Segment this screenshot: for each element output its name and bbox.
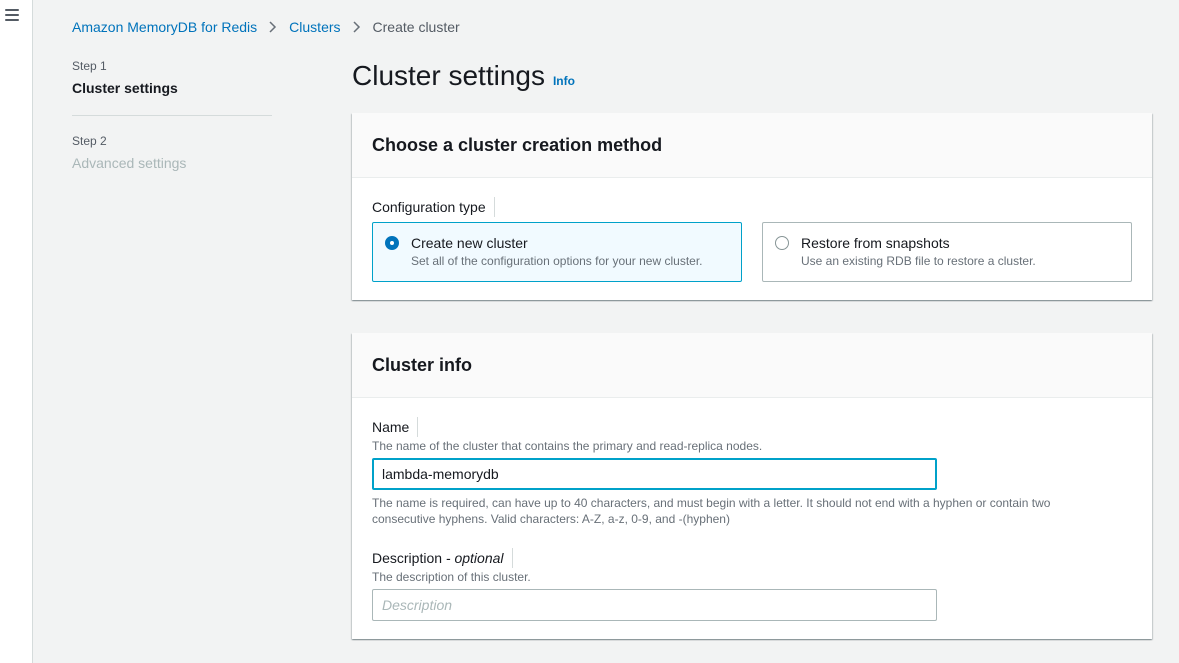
cluster-info-panel: Cluster info Name The name of the cluste… (352, 333, 1152, 639)
chevron-right-icon (269, 21, 277, 33)
step-2: Step 2 Advanced settings (72, 133, 272, 173)
configuration-type-label: Configuration type (372, 197, 495, 217)
cluster-info-header: Cluster info (352, 333, 1152, 398)
optional-label: - optional (445, 550, 504, 566)
creation-method-header: Choose a cluster creation method (352, 113, 1152, 178)
restore-from-snapshots-tile[interactable]: Restore from snapshots Use an existing R… (762, 222, 1132, 282)
step-divider (72, 115, 272, 116)
configuration-type-tiles: Create new cluster Set all of the config… (372, 222, 1132, 282)
name-label: Name (372, 417, 419, 437)
step-1-title: Cluster settings (72, 80, 178, 96)
description-label: Description - optional (372, 548, 513, 568)
breadcrumb: Amazon MemoryDB for Redis Clusters Creat… (72, 17, 460, 37)
side-navigation-rail (0, 0, 33, 663)
step-1[interactable]: Step 1 Cluster settings (72, 58, 272, 98)
creation-method-panel: Choose a cluster creation method Configu… (352, 113, 1152, 300)
restore-from-snapshots-title: Restore from snapshots (801, 235, 950, 251)
breadcrumb-clusters-link[interactable]: Clusters (289, 19, 340, 35)
create-new-cluster-title: Create new cluster (411, 235, 528, 251)
chevron-right-icon (353, 21, 361, 33)
description-label-text: Description (372, 550, 443, 566)
page-title-text: Cluster settings (352, 60, 545, 91)
create-new-cluster-radio[interactable] (385, 236, 399, 250)
description-help: The description of this cluster. (372, 570, 531, 584)
restore-from-snapshots-radio[interactable] (775, 236, 789, 250)
step-2-title: Advanced settings (72, 155, 187, 171)
page-title: Cluster settings Info (352, 59, 575, 98)
description-input[interactable] (372, 589, 937, 621)
step-1-number: Step 1 (72, 59, 107, 73)
restore-from-snapshots-description: Use an existing RDB file to restore a cl… (801, 254, 1036, 268)
create-new-cluster-description: Set all of the configuration options for… (411, 254, 703, 268)
breadcrumb-current: Create cluster (372, 19, 460, 35)
info-link[interactable]: Info (553, 64, 575, 98)
menu-icon[interactable] (5, 9, 19, 21)
name-input[interactable] (372, 458, 937, 490)
step-2-number: Step 2 (72, 134, 107, 148)
name-constraint-text: The name is required, can have up to 40 … (372, 496, 1051, 526)
wizard-steps: Step 1 Cluster settings Step 2 Advanced … (72, 58, 272, 173)
breadcrumb-memorydb-link[interactable]: Amazon MemoryDB for Redis (72, 19, 257, 35)
name-description: The name of the cluster that contains th… (372, 439, 763, 453)
create-new-cluster-tile[interactable]: Create new cluster Set all of the config… (372, 222, 742, 282)
